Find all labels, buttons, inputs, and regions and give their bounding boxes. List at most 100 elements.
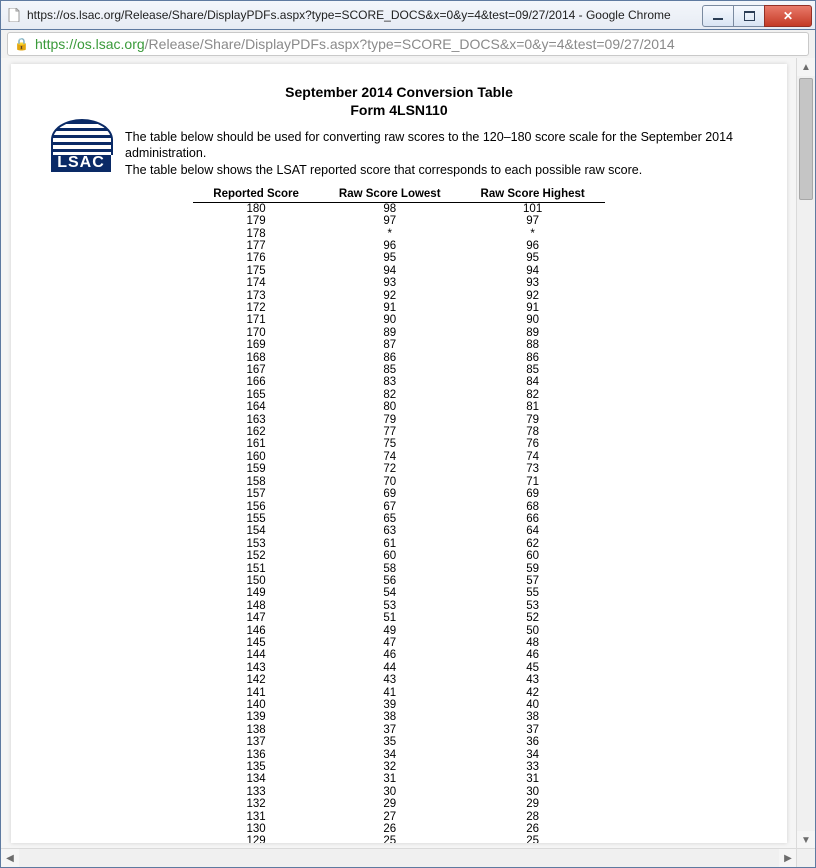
browser-address-bar: 🔒 https://os.lsac.org /Release/Share/Dis… xyxy=(0,30,816,58)
cell-raw-low: 38 xyxy=(319,711,461,723)
table-row: 1627778 xyxy=(193,426,604,438)
omnibox[interactable]: 🔒 https://os.lsac.org /Release/Share/Dis… xyxy=(7,32,809,56)
cell-reported: 152 xyxy=(193,550,319,562)
table-row: 1485353 xyxy=(193,600,604,612)
cell-reported: 155 xyxy=(193,513,319,525)
scroll-up-icon[interactable]: ▲ xyxy=(797,58,815,76)
table-row: 1587071 xyxy=(193,476,604,488)
table-row: 1393838 xyxy=(193,711,604,723)
intro-line1: The table below should be used for conve… xyxy=(125,130,733,160)
cell-reported: 174 xyxy=(193,277,319,289)
cell-raw-high: 48 xyxy=(461,637,605,649)
cell-raw-high: 91 xyxy=(461,302,605,314)
table-row: 1333030 xyxy=(193,786,604,798)
cell-reported: 156 xyxy=(193,501,319,513)
table-row: 1515859 xyxy=(193,563,604,575)
url-origin: https://os.lsac.org xyxy=(35,36,145,52)
cell-reported: 149 xyxy=(193,587,319,599)
table-row: 1566768 xyxy=(193,501,604,513)
cell-raw-high: 78 xyxy=(461,426,605,438)
cell-raw-low: 49 xyxy=(319,625,461,637)
cell-reported: 139 xyxy=(193,711,319,723)
intro-line2: The table below shows the LSAT reported … xyxy=(125,163,642,177)
cell-raw-high: 53 xyxy=(461,600,605,612)
table-row: 1648081 xyxy=(193,401,604,413)
vertical-scroll-thumb[interactable] xyxy=(799,78,813,200)
cell-reported: 143 xyxy=(193,662,319,674)
cell-raw-high: 57 xyxy=(461,575,605,587)
cell-raw-high: 50 xyxy=(461,625,605,637)
scroll-down-icon[interactable]: ▼ xyxy=(797,831,815,849)
cell-raw-high: 60 xyxy=(461,550,605,562)
horizontal-scrollbar[interactable]: ◀ ▶ xyxy=(1,848,797,867)
cell-reported: 133 xyxy=(193,786,319,798)
table-row: 1779696 xyxy=(193,240,604,252)
table-row: 1454748 xyxy=(193,637,604,649)
cell-reported: 131 xyxy=(193,811,319,823)
cell-raw-low: 79 xyxy=(319,414,461,426)
scroll-left-icon[interactable]: ◀ xyxy=(1,849,19,867)
cell-raw-low: 72 xyxy=(319,463,461,475)
table-row: 1749393 xyxy=(193,277,604,289)
window-maximize-button[interactable] xyxy=(733,5,765,27)
table-row: 1403940 xyxy=(193,699,604,711)
doc-intro: The table below should be used for conve… xyxy=(125,129,747,178)
table-row: 1668384 xyxy=(193,376,604,388)
cell-raw-low: 47 xyxy=(319,637,461,649)
cell-raw-high: 46 xyxy=(461,649,605,661)
table-row: 1322929 xyxy=(193,798,604,810)
cell-reported: 179 xyxy=(193,215,319,227)
cell-reported: 148 xyxy=(193,600,319,612)
cell-raw-low: 26 xyxy=(319,823,461,835)
cell-raw-low: 34 xyxy=(319,749,461,761)
cell-raw-high: 81 xyxy=(461,401,605,413)
cell-reported: 169 xyxy=(193,339,319,351)
window-minimize-button[interactable] xyxy=(702,5,734,27)
window-close-button[interactable]: ✕ xyxy=(764,5,812,27)
cell-raw-low: 27 xyxy=(319,811,461,823)
cell-reported: 161 xyxy=(193,438,319,450)
cell-raw-low: 41 xyxy=(319,687,461,699)
cell-raw-high: 45 xyxy=(461,662,605,674)
cell-raw-low: 75 xyxy=(319,438,461,450)
cell-raw-high: 62 xyxy=(461,538,605,550)
cell-reported: 158 xyxy=(193,476,319,488)
cell-reported: 180 xyxy=(193,202,319,215)
cell-raw-high: 82 xyxy=(461,389,605,401)
vertical-scroll-track[interactable] xyxy=(797,76,815,831)
cell-raw-high: 97 xyxy=(461,215,605,227)
cell-raw-high: 66 xyxy=(461,513,605,525)
cell-raw-high: 43 xyxy=(461,674,605,686)
table-row: 1759494 xyxy=(193,265,604,277)
cell-raw-high: 86 xyxy=(461,352,605,364)
cell-raw-low: 98 xyxy=(319,202,461,215)
cell-raw-low: 89 xyxy=(319,327,461,339)
window-title: https://os.lsac.org/Release/Share/Displa… xyxy=(27,8,671,22)
cell-reported: 140 xyxy=(193,699,319,711)
vertical-scrollbar[interactable]: ▲ ▼ xyxy=(796,58,815,849)
cell-raw-low: 77 xyxy=(319,426,461,438)
cell-raw-high: 90 xyxy=(461,314,605,326)
cell-raw-high: 52 xyxy=(461,612,605,624)
table-row: 1414142 xyxy=(193,687,604,699)
window-buttons: ✕ xyxy=(703,5,812,25)
table-row: 178** xyxy=(193,228,604,240)
cell-raw-high: 38 xyxy=(461,711,605,723)
table-row: 1343131 xyxy=(193,773,604,785)
table-row: 1556566 xyxy=(193,513,604,525)
table-row: 1526060 xyxy=(193,550,604,562)
cell-raw-high: 30 xyxy=(461,786,605,798)
cell-raw-high: 85 xyxy=(461,364,605,376)
cell-reported: 138 xyxy=(193,724,319,736)
table-row: 1708989 xyxy=(193,327,604,339)
cell-reported: 137 xyxy=(193,736,319,748)
table-row: 1597273 xyxy=(193,463,604,475)
cell-reported: 132 xyxy=(193,798,319,810)
table-row: 1678585 xyxy=(193,364,604,376)
table-row: 1739292 xyxy=(193,290,604,302)
cell-raw-low: 60 xyxy=(319,550,461,562)
cell-raw-low: 35 xyxy=(319,736,461,748)
scroll-right-icon[interactable]: ▶ xyxy=(779,849,797,867)
cell-raw-low: 39 xyxy=(319,699,461,711)
cell-raw-low: * xyxy=(319,228,461,240)
